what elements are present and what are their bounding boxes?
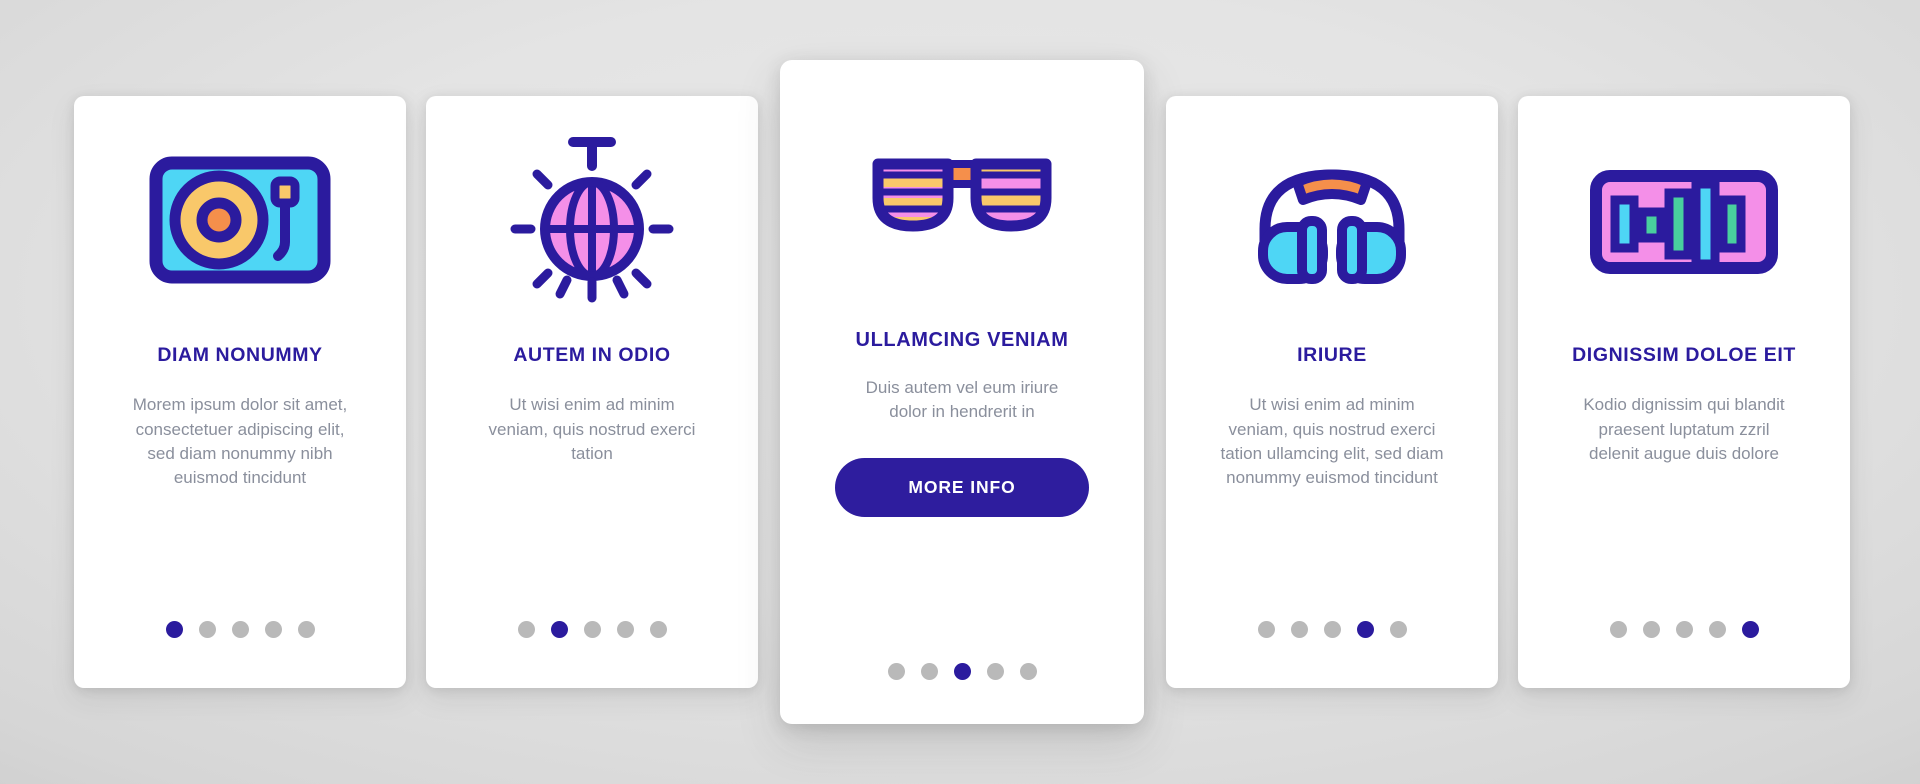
pagination-dot[interactable] [1356,621,1374,638]
pagination-dot[interactable] [1609,621,1627,638]
onboarding-screens-stage: DIAM NONUMMY Morem ipsum dolor sit amet,… [0,0,1920,784]
headphones-icon [1166,96,1498,344]
pagination-dot[interactable] [953,663,971,680]
pagination-dot[interactable] [297,621,315,638]
card-description: Ut wisi enim ad minim veniam, quis nostr… [488,395,696,463]
pagination-dot[interactable] [1019,663,1037,680]
card-title: DIGNISSIM DOLOE EIT [1572,344,1796,366]
onboarding-card-4[interactable]: IRIURE Ut wisi enim ad minim veniam, qui… [1166,96,1498,688]
pagination-dot[interactable] [1642,621,1660,638]
pagination-dots[interactable] [1166,621,1498,638]
onboarding-card-1[interactable]: DIAM NONUMMY Morem ipsum dolor sit amet,… [74,96,406,688]
pagination-dots[interactable] [1518,621,1850,638]
pagination-dots[interactable] [74,621,406,638]
pagination-dot[interactable] [616,621,634,638]
pagination-dot[interactable] [1708,621,1726,638]
card-title: AUTEM IN ODIO [513,344,671,366]
onboarding-card-5[interactable]: DIGNISSIM DOLOE EIT Kodio dignissim qui … [1518,96,1850,688]
card-title: ULLAMCING VENIAM [855,329,1069,351]
pagination-dot[interactable] [1257,621,1275,638]
card-title: IRIURE [1297,344,1367,366]
pagination-dot[interactable] [198,621,216,638]
onboarding-card-3-featured[interactable]: ULLAMCING VENIAM Duis autem vel eum iriu… [780,60,1144,724]
pagination-dot[interactable] [231,621,249,638]
pagination-dot[interactable] [517,621,535,638]
equalizer-icon [1518,96,1850,344]
pagination-dot[interactable] [165,621,183,638]
pagination-dot[interactable] [887,663,905,680]
pagination-dot[interactable] [986,663,1004,680]
card-description: Morem ipsum dolor sit amet, consectetuer… [132,395,348,487]
card-title: DIAM NONUMMY [157,344,323,366]
card-description: Kodio dignissim qui blandit praesent lup… [1583,395,1785,463]
pagination-dots[interactable] [780,663,1144,680]
card-description: Ut wisi enim ad minim veniam, quis nostr… [1220,395,1444,487]
pagination-dot[interactable] [1323,621,1341,638]
pagination-dots[interactable] [426,621,758,638]
more-info-button[interactable]: MORE INFO [835,458,1089,518]
onboarding-card-2[interactable]: AUTEM IN ODIO Ut wisi enim ad minim veni… [426,96,758,688]
pagination-dot[interactable] [550,621,568,638]
pagination-dot[interactable] [1290,621,1308,638]
pagination-dot[interactable] [583,621,601,638]
pagination-dot[interactable] [649,621,667,638]
pagination-dot[interactable] [1741,621,1759,638]
pagination-dot[interactable] [264,621,282,638]
pagination-dot[interactable] [920,663,938,680]
pagination-dot[interactable] [1389,621,1407,638]
card-description: Duis autem vel eum iriure dolor in hendr… [865,378,1059,422]
shutter-sunglasses-icon [780,60,1144,328]
disco-ball-icon [426,96,758,344]
pagination-dot[interactable] [1675,621,1693,638]
turntable-icon [74,96,406,344]
